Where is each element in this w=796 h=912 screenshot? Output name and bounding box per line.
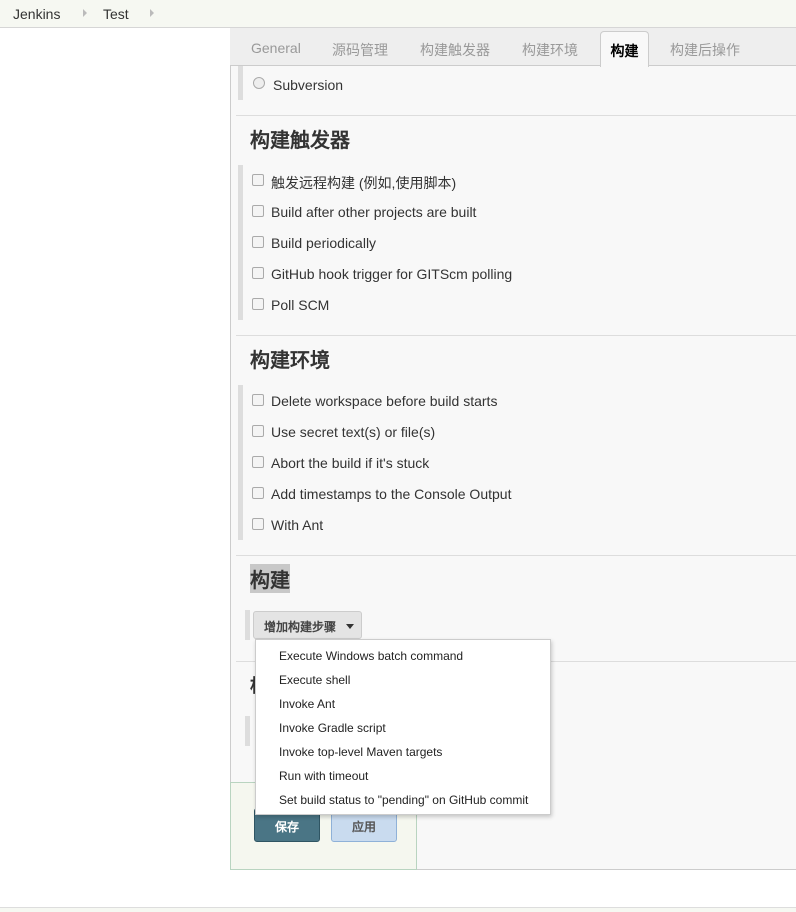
triggers-heading: 构建触发器 [250, 130, 350, 152]
config-tabs: General 源码管理 构建触发器 构建环境 构建 构建后操作 [230, 28, 796, 67]
trigger-label: Poll SCM [271, 297, 330, 313]
chevron-right-icon[interactable] [150, 9, 154, 17]
trigger-checkbox[interactable] [252, 174, 264, 186]
env-heading: 构建环境 [250, 350, 330, 372]
menu-item[interactable]: Run with timeout [279, 769, 368, 783]
divider [236, 335, 796, 336]
menu-item[interactable]: Set build status to "pending" on GitHub … [279, 793, 528, 807]
menu-item[interactable]: Invoke Gradle script [279, 721, 386, 735]
subversion-label: Subversion [273, 77, 344, 93]
env-checkbox[interactable] [252, 425, 264, 437]
trigger-label: Build after other projects are built [271, 204, 477, 220]
env-label: Use secret text(s) or file(s) [271, 424, 436, 440]
section-bar [238, 385, 243, 540]
tab-environment[interactable]: 构建环境 [522, 40, 578, 60]
env-label: With Ant [271, 517, 324, 533]
section-bar [238, 165, 243, 320]
breadcrumb: Jenkins Test [0, 0, 796, 28]
divider [236, 555, 796, 556]
env-checkbox[interactable] [252, 487, 264, 499]
menu-item[interactable]: Invoke Ant [279, 697, 335, 711]
trigger-checkbox[interactable] [252, 267, 264, 279]
tab-general[interactable]: General [251, 40, 301, 56]
add-build-step-label: 增加构建步骤 [264, 620, 337, 634]
breadcrumb-test[interactable]: Test [103, 6, 129, 22]
menu-item[interactable]: Execute shell [279, 673, 350, 687]
trigger-checkbox[interactable] [252, 236, 264, 248]
menu-item[interactable]: Execute Windows batch command [279, 649, 463, 663]
footer [0, 907, 796, 912]
chevron-right-icon[interactable] [83, 9, 87, 17]
trigger-label: GitHub hook trigger for GITScm polling [271, 266, 513, 282]
breadcrumb-jenkins[interactable]: Jenkins [13, 6, 60, 22]
env-label: Delete workspace before build starts [271, 393, 498, 409]
trigger-label: 触发远程构建 (例如,使用脚本) [271, 175, 457, 191]
menu-item[interactable]: Invoke top-level Maven targets [279, 745, 442, 759]
trigger-checkbox[interactable] [252, 205, 264, 217]
build-heading: 构建 [250, 564, 290, 593]
section-bar [245, 610, 250, 640]
tab-post-build[interactable]: 构建后操作 [670, 40, 740, 60]
env-label: Abort the build if it's stuck [271, 455, 430, 471]
tab-scm[interactable]: 源码管理 [332, 40, 388, 60]
tab-triggers[interactable]: 构建触发器 [420, 40, 490, 60]
section-bar [238, 66, 243, 100]
section-bar [245, 716, 250, 746]
trigger-label: Build periodically [271, 235, 377, 251]
divider [236, 115, 796, 116]
env-checkbox[interactable] [252, 456, 264, 468]
build-step-menu: Execute Windows batch command Execute sh… [255, 639, 551, 815]
caret-down-icon [346, 624, 354, 629]
env-label: Add timestamps to the Console Output [271, 486, 512, 502]
env-checkbox[interactable] [252, 518, 264, 530]
subversion-radio[interactable] [253, 77, 265, 89]
tab-build[interactable]: 构建 [600, 31, 649, 67]
trigger-checkbox[interactable] [252, 298, 264, 310]
env-checkbox[interactable] [252, 394, 264, 406]
add-build-step-button[interactable]: 增加构建步骤 [253, 611, 362, 639]
